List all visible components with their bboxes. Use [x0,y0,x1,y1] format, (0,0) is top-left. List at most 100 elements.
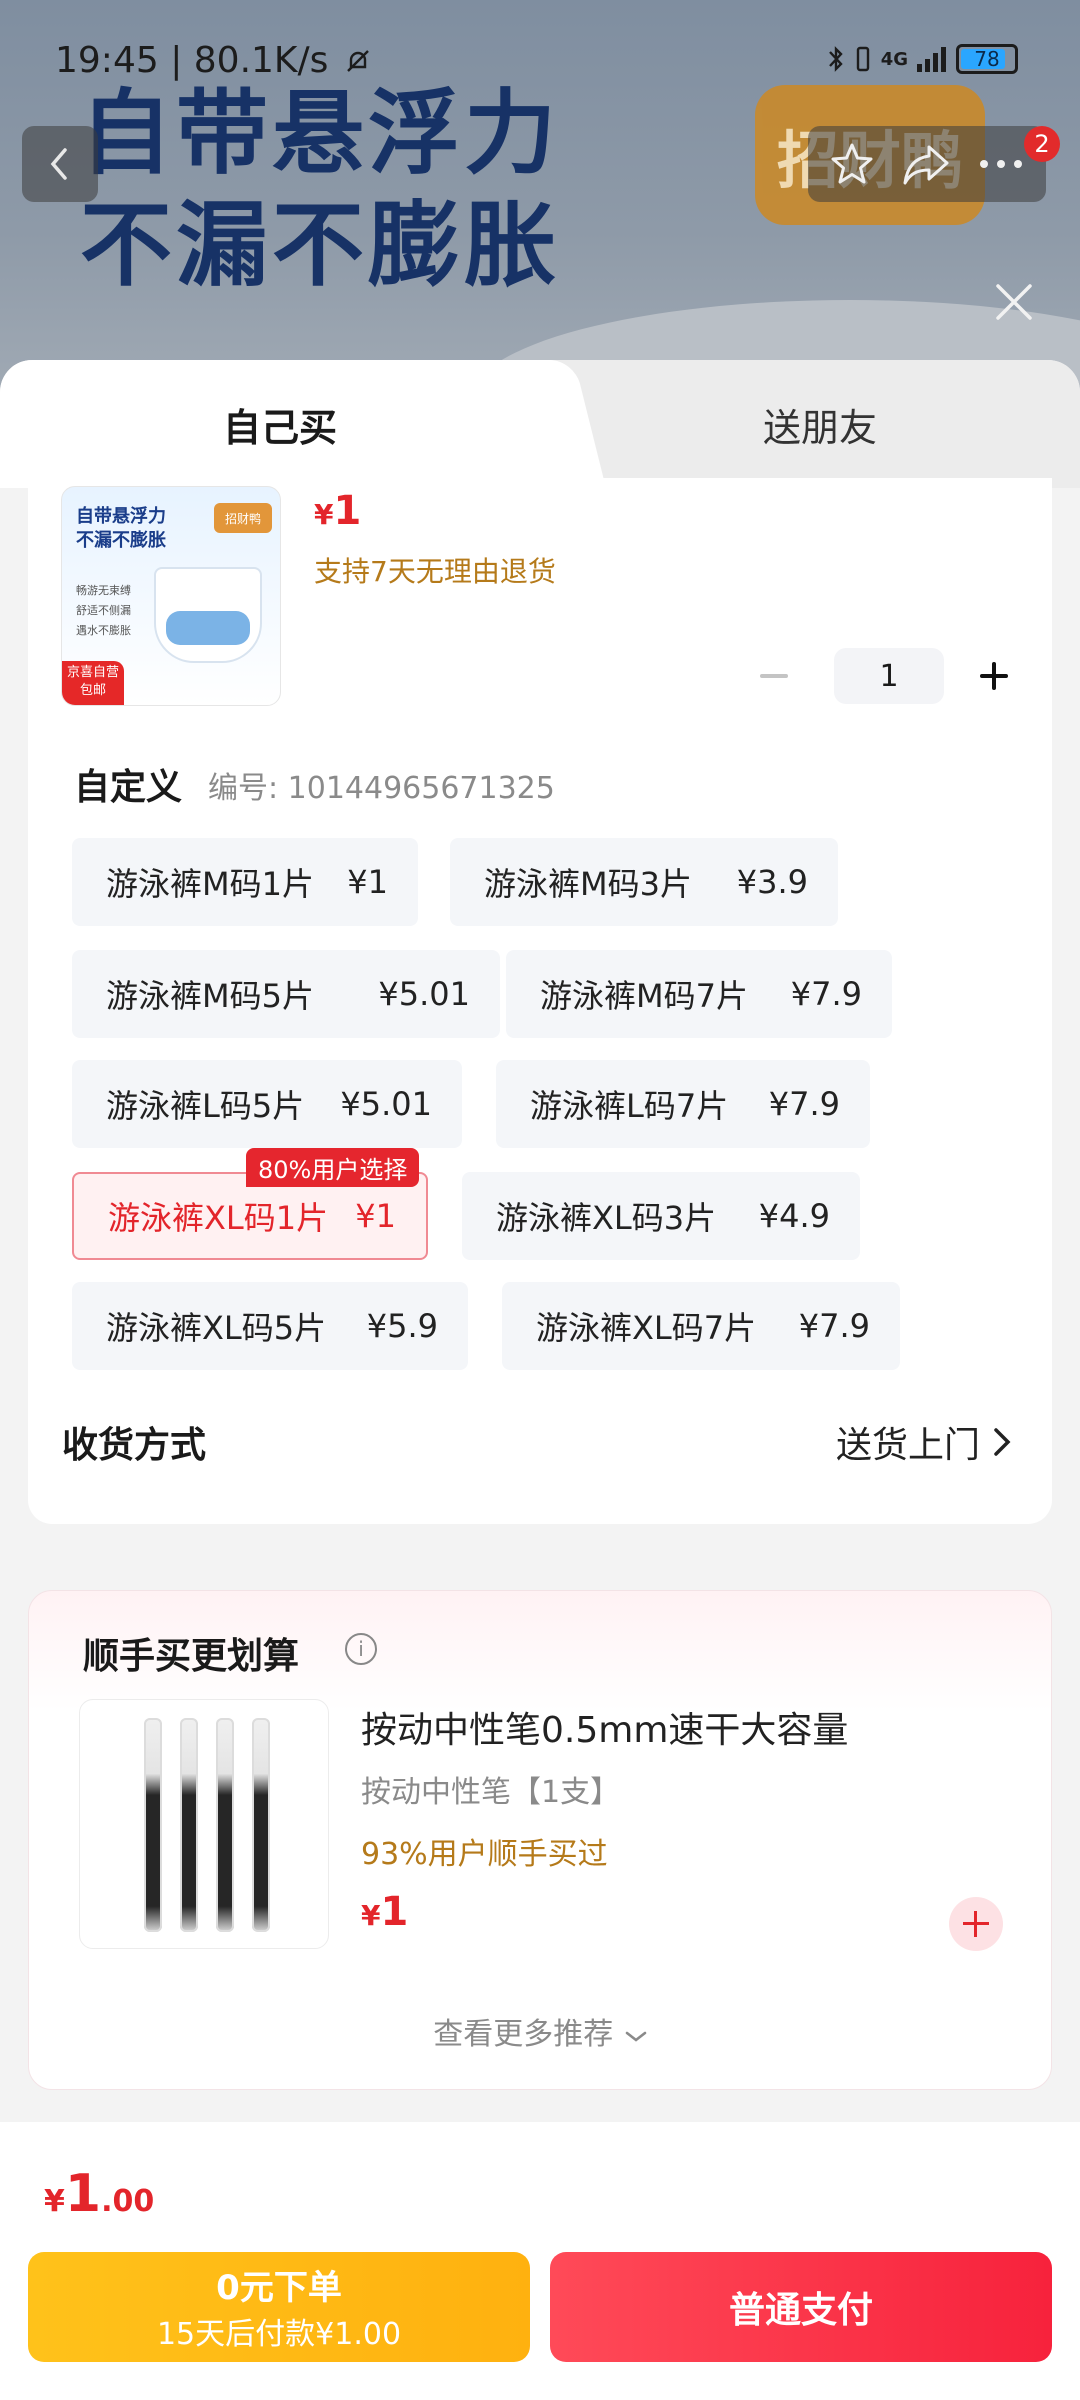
purchase-tabs: 送朋友 自己买 [0,360,1080,488]
thumbnail-features: 畅游无束缚 舒适不侧漏 遇水不膨胀 [76,584,131,637]
spec-option[interactable]: 游泳裤M码1片 ¥1 [72,838,418,926]
spec-option[interactable]: 游泳裤M码3片 ¥3.9 [450,838,838,926]
add-recommendation-icon[interactable] [949,1897,1003,1951]
plus-icon[interactable] [974,656,1014,696]
see-more-recommendations[interactable]: 查看更多推荐 [29,2009,1053,2053]
pay-later-button[interactable]: 0元下单 15天后付款¥1.00 [28,2252,530,2362]
thumbnail-logo: 招财鸭 [214,503,272,533]
spec-option[interactable]: 游泳裤XL码3片 ¥4.9 [462,1172,860,1260]
see-more-label: 查看更多推荐 [433,2017,614,2052]
option-price: ¥1 [347,863,388,901]
thumbnail-headline: 自带悬浮力 不漏不膨胀 [76,506,166,551]
option-name: 游泳裤XL码7片 [536,1309,757,1347]
pay-later-subtitle: 15天后付款¥1.00 [156,2317,402,2352]
spec-option[interactable]: 游泳裤L码7片 ¥7.9 [496,1060,870,1148]
price-value: 1 [380,1889,409,1935]
star-icon[interactable] [828,140,876,188]
option-price: ¥7.9 [768,1085,840,1123]
share-icon[interactable] [901,141,951,187]
product-price: ¥1 [314,488,361,534]
recommendation-item-stat: 93%用户顺手买过 [361,1837,608,1872]
tab-buy-self-label: 自己买 [222,405,337,450]
shipping-value: 送货上门 [835,1425,980,1466]
purchase-sheet: 送朋友 自己买 自带悬浮力 不漏不膨胀 招财鸭 畅游无束缚 舒适不侧漏 遇水不膨… [0,360,1080,2400]
status-time-text: 19:45 | 80.1K/s [55,40,329,81]
option-name: 游泳裤XL码5片 [106,1309,327,1347]
notification-badge: 2 [1024,126,1060,162]
chevron-right-icon [994,1428,1011,1456]
spec-option[interactable]: 游泳裤XL码7片 ¥7.9 [502,1282,900,1370]
banner-headline-line2: 不漏不膨胀 [80,192,561,299]
option-name: 游泳裤M码1片 [106,865,314,903]
price-symbol: ¥ [361,1899,381,1932]
quantity-stepper: 1 [754,648,1014,704]
price-symbol: ¥ [314,498,334,531]
status-time: 19:45 | 80.1K/s [55,40,372,81]
more-icon[interactable] [976,154,1026,174]
option-price: ¥3.9 [736,863,808,901]
product-thumbnail[interactable]: 自带悬浮力 不漏不膨胀 招财鸭 畅游无束缚 舒适不侧漏 遇水不膨胀 京喜自营 包… [61,486,281,706]
regular-pay-button[interactable]: 普通支付 [550,2252,1052,2362]
spec-option[interactable]: 游泳裤XL码5片 ¥5.9 [72,1282,468,1370]
spec-code: 编号: 10144965671325 [208,771,555,806]
total-price: ¥1.00 [44,2164,154,2224]
bluetooth-icon [828,46,843,72]
option-price: ¥4.9 [758,1197,830,1235]
option-name: 游泳裤L码7片 [530,1087,729,1125]
option-name: 游泳裤M码5片 [106,977,314,1015]
product-card: 自带悬浮力 不漏不膨胀 招财鸭 畅游无束缚 舒适不侧漏 遇水不膨胀 京喜自营 包… [28,478,1052,1524]
recommendation-item-price: ¥1 [361,1889,408,1935]
total-symbol: ¥ [44,2184,65,2219]
recommendation-title: 顺手买更划算 [83,1636,300,1677]
checkout-bar: ¥1.00 0元下单 15天后付款¥1.00 普通支付 [0,2122,1080,2400]
status-icons: 4G 78 [827,44,1018,74]
return-policy: 支持7天无理由退货 [314,555,556,588]
status-bar: 19:45 | 80.1K/s 4G 78 [0,0,1080,120]
total-integer: 1 [64,2164,102,2224]
recommendation-card: 顺手买更划算 i 按动中性笔0.5mm速干大容量 按动中性笔【1支】 93%用户… [28,1590,1052,2090]
recommendation-item-name[interactable]: 按动中性笔0.5mm速干大容量 [361,1701,848,1753]
option-name: 游泳裤XL码1片 [108,1199,329,1237]
close-icon[interactable] [992,280,1036,324]
battery-level: 78 [974,47,1000,71]
signal-icon [917,47,946,72]
spec-option[interactable]: 游泳裤L码5片 ¥5.01 [72,1060,462,1148]
top-actions [808,126,1046,202]
shipping-label: 收货方式 [62,1425,207,1466]
option-price: ¥7.9 [798,1307,870,1345]
option-name: 游泳裤M码3片 [484,865,692,903]
option-price: ¥5.9 [366,1307,438,1345]
price-value: 1 [333,488,362,534]
spec-title: 自定义 [74,767,183,808]
popular-tag: 80%用户选择 [246,1148,420,1187]
option-name: 游泳裤M码7片 [540,977,748,1015]
minus-icon[interactable] [754,656,794,696]
chevron-left-icon [50,148,67,180]
spec-option[interactable]: 游泳裤M码7片 ¥7.9 [506,950,892,1038]
info-icon[interactable]: i [345,1633,377,1665]
mute-bell-icon [347,50,369,72]
chevron-down-icon [625,2031,647,2042]
option-price: ¥5.01 [378,975,470,1013]
option-price: ¥7.9 [790,975,862,1013]
thumbnail-tag: 京喜自营 包邮 [62,661,124,705]
thumbnail-product-image [154,567,262,663]
back-button[interactable] [22,126,98,202]
tab-gift-friend[interactable]: 送朋友 [600,360,1040,488]
pay-later-title: 0元下单 [216,2268,342,2308]
quantity-value[interactable]: 1 [834,648,944,704]
shipping-method-row[interactable]: 收货方式 送货上门 [28,1408,1052,1478]
option-price: ¥1 [355,1197,396,1235]
total-decimal: .00 [101,2184,155,2219]
option-name: 游泳裤XL码3片 [496,1199,717,1237]
vibrate-icon [856,46,869,72]
option-name: 游泳裤L码5片 [106,1087,305,1125]
option-price: ¥5.01 [340,1085,432,1123]
spec-option-selected[interactable]: 80%用户选择 游泳裤XL码1片 ¥1 [72,1148,428,1260]
spec-option[interactable]: 游泳裤M码5片 ¥5.01 [72,950,500,1038]
recommendation-item-spec: 按动中性笔【1支】 [361,1775,621,1810]
network-type: 4G [880,48,908,70]
tab-buy-self[interactable]: 自己买 [0,360,560,488]
pen-product-image[interactable] [79,1699,329,1949]
battery-icon: 78 [956,44,1018,74]
